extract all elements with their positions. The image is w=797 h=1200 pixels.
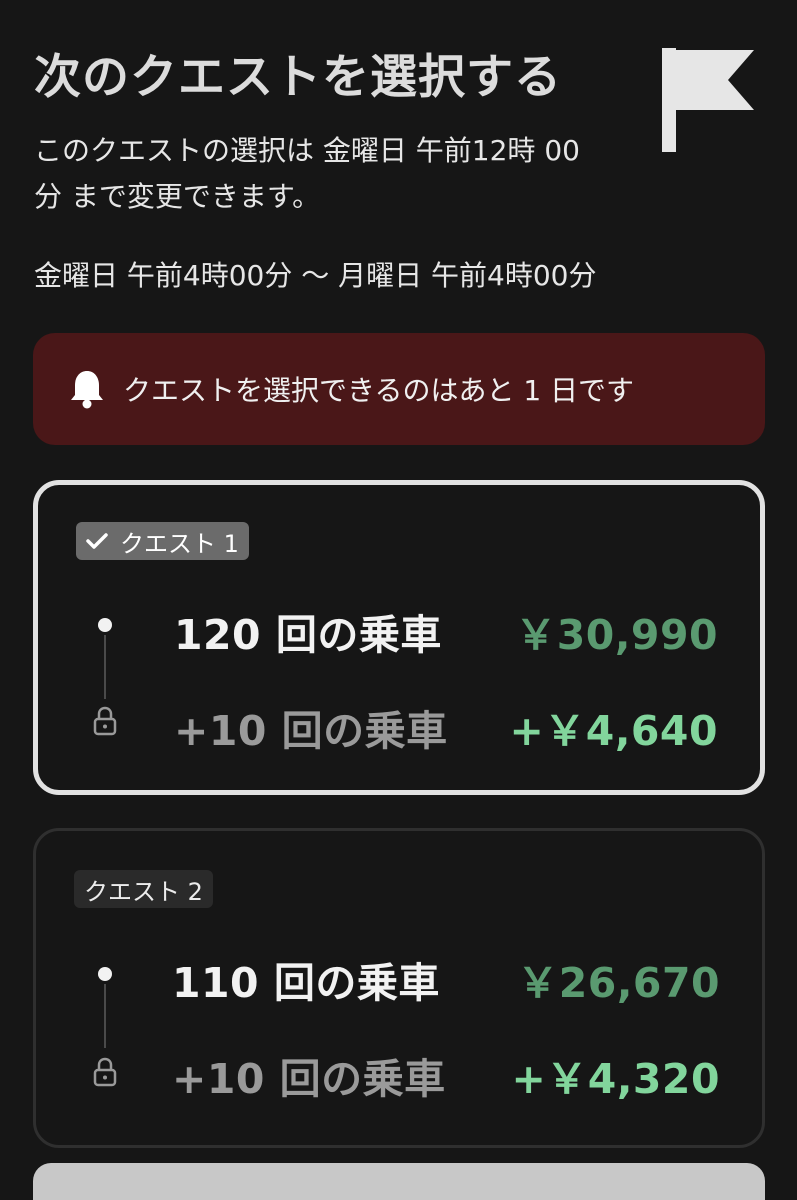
milestone-dot-icon xyxy=(98,967,112,981)
quest-period: 金曜日 午前4時00分 〜 月曜日 午前4時00分 xyxy=(34,259,597,292)
check-icon xyxy=(86,533,108,549)
quest-card-1[interactable]: クエスト 1 120 回の乗車 ￥30,990 +10 回の乗車 +￥4,640 xyxy=(33,480,765,795)
page-title: 次のクエストを選択する xyxy=(34,50,562,105)
flag-icon xyxy=(662,48,754,152)
lock-icon xyxy=(93,1057,117,1087)
timeline-line xyxy=(104,635,106,699)
quest-tag: クエスト 2 xyxy=(74,870,213,908)
base-reward-amount: ￥26,670 xyxy=(517,959,720,1007)
milestone-dot-icon xyxy=(98,618,112,632)
quest-card-2[interactable]: クエスト 2 110 回の乗車 ￥26,670 +10 回の乗車 +￥4,320 xyxy=(33,828,765,1148)
quest-tag-label: クエスト 1 xyxy=(120,529,239,558)
bonus-rides-label: +10 回の乗車 xyxy=(174,707,448,755)
bonus-rides-label: +10 回の乗車 xyxy=(172,1055,446,1103)
base-reward-amount: ￥30,990 xyxy=(515,611,718,659)
lock-icon xyxy=(93,706,117,736)
alert-text: クエストを選択できるのはあと 1 日です xyxy=(123,374,635,407)
remaining-time-alert: クエストを選択できるのはあと 1 日です xyxy=(33,333,765,445)
quest-selection-screen: 次のクエストを選択する このクエストの選択は 金曜日 午前12時 00分 まで変… xyxy=(0,0,797,1200)
quest-tag: クエスト 1 xyxy=(76,522,249,560)
base-rides-label: 120 回の乗車 xyxy=(174,611,442,659)
bonus-reward-amount: +￥4,320 xyxy=(511,1055,720,1103)
quest-tag-label: クエスト 2 xyxy=(84,877,203,906)
change-deadline-note: このクエストの選択は 金曜日 午前12時 00分 まで変更できます。 xyxy=(34,134,580,213)
bell-icon xyxy=(71,371,103,409)
timeline-line xyxy=(104,984,106,1048)
confirm-button[interactable] xyxy=(33,1163,765,1200)
base-rides-label: 110 回の乗車 xyxy=(172,959,440,1007)
bonus-reward-amount: +￥4,640 xyxy=(509,707,718,755)
